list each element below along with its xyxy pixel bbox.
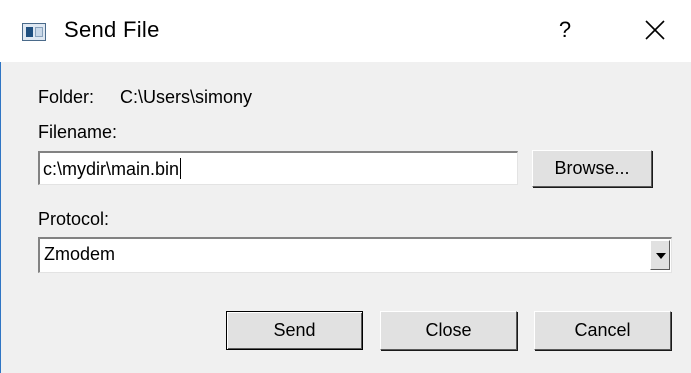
dialog-body: Folder: C:\Users\simony Filename: c:\myd… xyxy=(0,62,691,373)
browse-button[interactable]: Browse... xyxy=(532,150,652,187)
protocol-select[interactable]: Zmodem xyxy=(38,237,672,273)
send-file-dialog: Send File ? Folder: C:\Users\simony File… xyxy=(0,0,691,373)
title-bar[interactable]: Send File ? xyxy=(0,0,691,62)
cancel-button[interactable]: Cancel xyxy=(534,311,671,350)
folder-label: Folder: xyxy=(38,87,95,107)
dropdown-arrow-button[interactable] xyxy=(650,240,670,270)
close-icon[interactable] xyxy=(643,18,667,42)
help-button[interactable]: ? xyxy=(555,17,575,45)
dialog-title: Send File xyxy=(64,17,160,42)
filename-value: c:\mydir\main.bin xyxy=(43,159,180,179)
send-button[interactable]: Send xyxy=(226,311,363,350)
protocol-selected-value: Zmodem xyxy=(44,244,116,264)
protocol-label: Protocol: xyxy=(38,209,110,229)
chevron-down-icon xyxy=(656,253,666,259)
filename-label: Filename: xyxy=(38,122,118,142)
text-caret xyxy=(180,158,182,179)
close-button[interactable]: Close xyxy=(380,311,517,350)
filename-input[interactable]: c:\mydir\main.bin xyxy=(38,151,518,185)
folder-path: C:\Users\simony xyxy=(120,87,253,107)
app-window-icon xyxy=(22,23,46,41)
